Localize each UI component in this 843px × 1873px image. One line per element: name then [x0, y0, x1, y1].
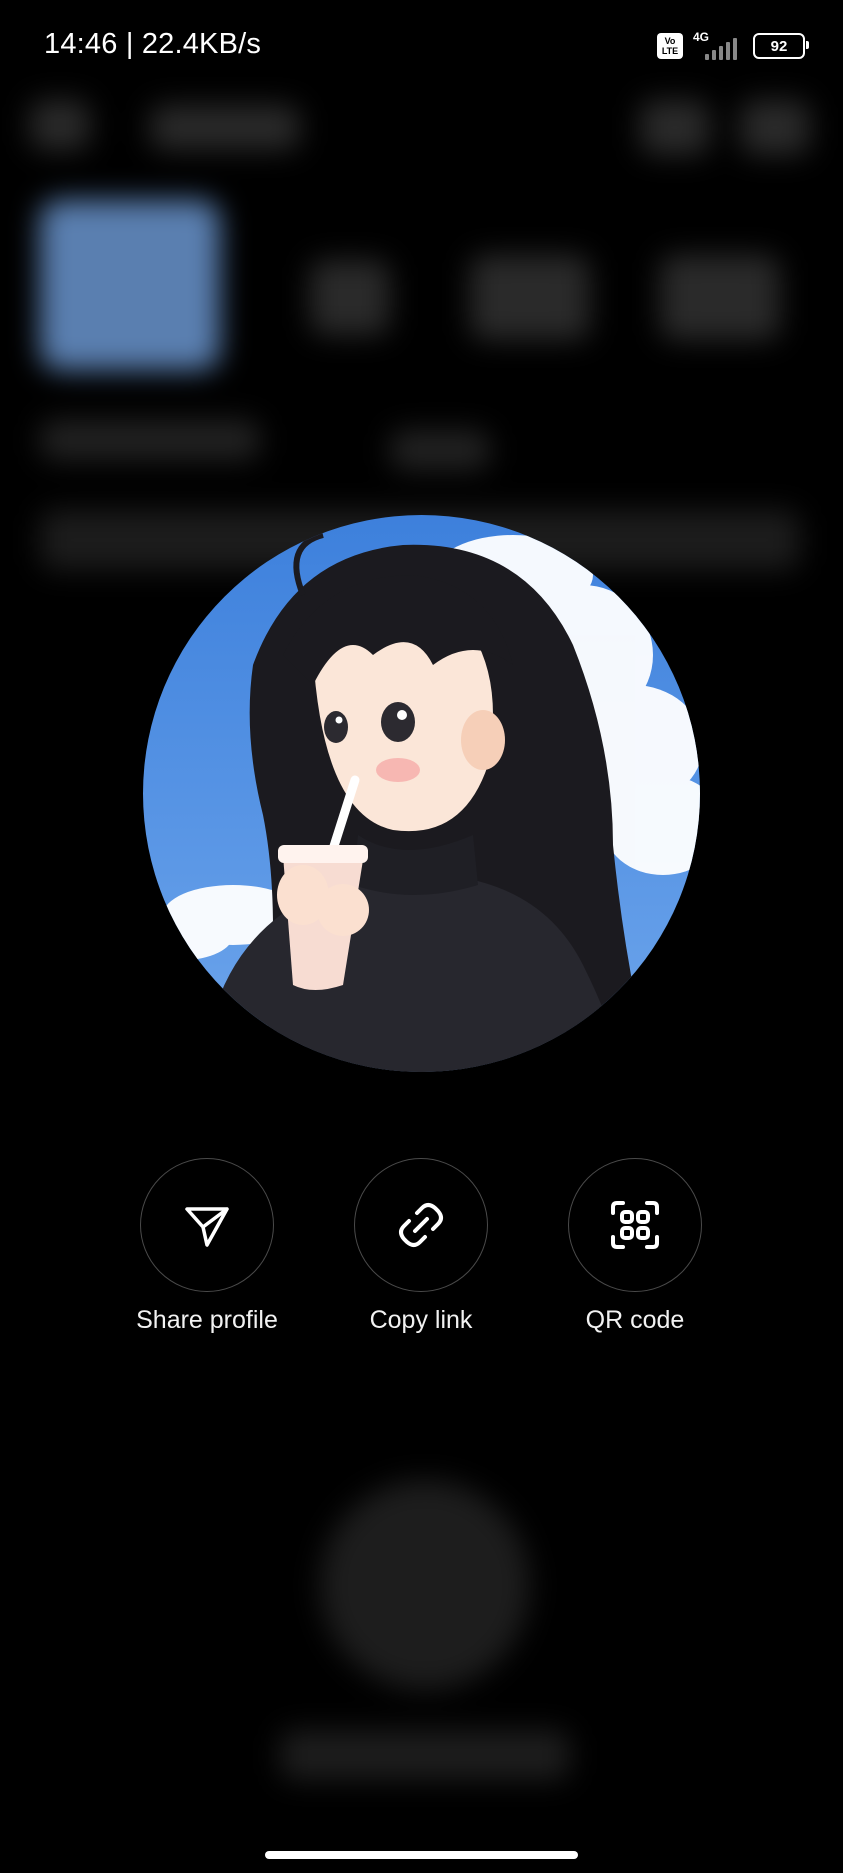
- qr-code-icon: [611, 1201, 659, 1249]
- blurred-profile-picture: [40, 200, 220, 370]
- status-icons: Vo LTE 4G 92: [657, 30, 809, 62]
- qr-code-label: QR code: [585, 1306, 685, 1334]
- send-icon: [185, 1207, 229, 1247]
- profile-illustration: [143, 515, 700, 1072]
- share-actions: Share profile Copy link QR code: [0, 1158, 843, 1348]
- profile-picture: [143, 515, 700, 1072]
- blurred-action-2: [740, 100, 810, 155]
- copy-link-button[interactable]: Copy link: [314, 1158, 528, 1335]
- blurred-username: [150, 105, 300, 150]
- volte-line2: LTE: [661, 46, 679, 56]
- blurred-stat-3: [660, 255, 780, 340]
- volte-icon: Vo LTE: [657, 33, 683, 59]
- home-indicator[interactable]: [265, 1851, 578, 1859]
- copy-link-circle[interactable]: [354, 1158, 488, 1292]
- battery-level: 92: [770, 37, 788, 55]
- blurred-bottom-name: [280, 1730, 570, 1780]
- qr-code-button[interactable]: QR code: [528, 1158, 742, 1335]
- share-profile-label: Share profile: [136, 1306, 278, 1334]
- blurred-back-button: [30, 100, 90, 150]
- blurred-stat-2: [470, 255, 590, 340]
- volte-line1: Vo: [664, 36, 676, 46]
- signal-icon: 4G: [693, 30, 743, 62]
- signal-bars: [705, 38, 737, 60]
- blurred-bottom-avatar: [320, 1480, 530, 1690]
- copy-link-label: Copy link: [369, 1306, 473, 1334]
- battery-icon: 92: [753, 33, 809, 59]
- qr-code-circle[interactable]: [568, 1158, 702, 1292]
- share-profile-circle[interactable]: [140, 1158, 274, 1292]
- share-profile-button[interactable]: Share profile: [100, 1158, 314, 1335]
- status-bar: 14:46 | 22.4KB/s Vo LTE 4G 92: [0, 0, 843, 96]
- blurred-stat-1: [310, 260, 390, 335]
- status-time: 14:46 | 22.4KB/s: [44, 28, 262, 60]
- blurred-bio-line: [40, 420, 260, 460]
- link-icon: [399, 1203, 443, 1247]
- blurred-action-1: [640, 100, 710, 155]
- blurred-bio-line-2: [390, 430, 490, 470]
